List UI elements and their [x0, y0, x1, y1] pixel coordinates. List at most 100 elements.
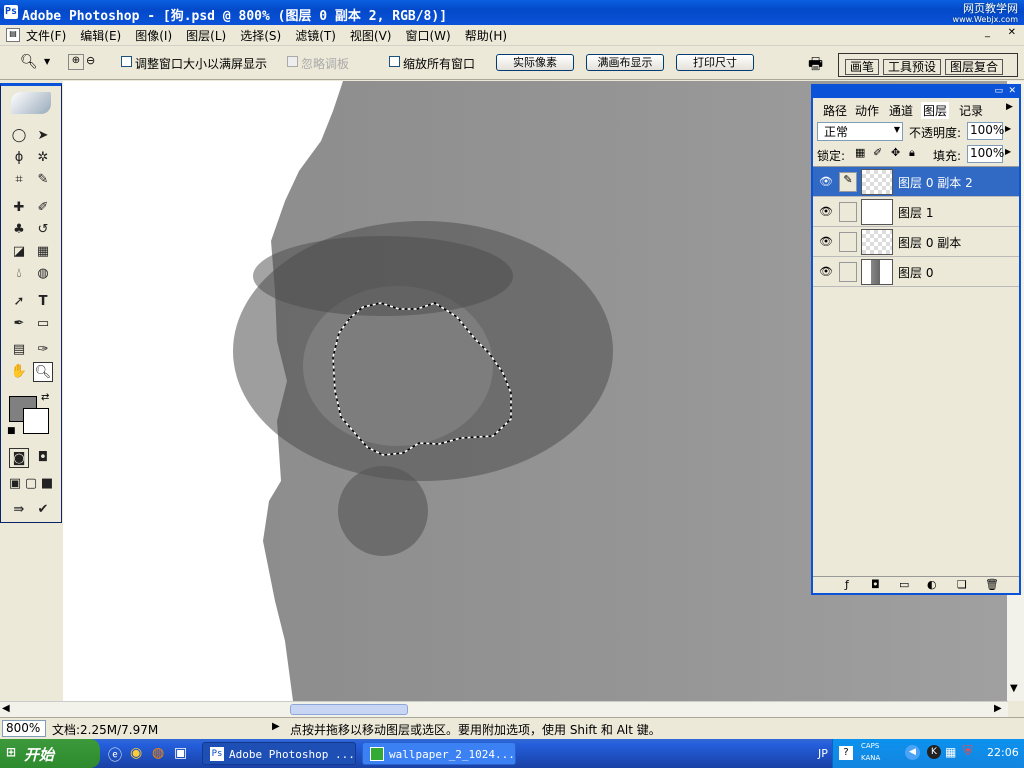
- palette-well-tab-brushes[interactable]: 画笔: [845, 59, 880, 75]
- layer-style-icon[interactable]: ƒ: [845, 578, 849, 591]
- window-close-button[interactable]: ✕: [1008, 27, 1016, 38]
- menu-edit[interactable]: 编辑(E): [80, 27, 121, 44]
- menu-view[interactable]: 视图(V): [350, 27, 392, 44]
- path-selection-tool-icon[interactable]: ➚: [9, 292, 29, 312]
- eyedropper-tool-icon[interactable]: ✑: [33, 340, 53, 360]
- link-box[interactable]: [839, 262, 857, 282]
- menu-image[interactable]: 图像(I): [135, 27, 172, 44]
- tab-paths[interactable]: 路径: [823, 102, 847, 119]
- file-browser-icon[interactable]: 🖶: [808, 53, 823, 80]
- zoom-tool-icon[interactable]: 🔍︎: [33, 362, 53, 382]
- tab-actions[interactable]: 动作: [855, 102, 879, 119]
- zoom-out-icon[interactable]: ⊖: [86, 54, 95, 67]
- marquee-tool-icon[interactable]: ◯: [9, 126, 29, 146]
- layer-row[interactable]: 👁︎ 图层 1: [813, 197, 1019, 227]
- start-button[interactable]: ⊞ 开始: [0, 739, 100, 768]
- lock-all-icon[interactable]: 🔒︎: [909, 146, 915, 160]
- tab-history[interactable]: 记录: [959, 102, 983, 119]
- gradient-tool-icon[interactable]: ▦: [33, 242, 53, 262]
- network-tray-icon[interactable]: ▦: [945, 745, 956, 759]
- history-brush-tool-icon[interactable]: ↺: [33, 220, 53, 240]
- visibility-eye-icon[interactable]: 👁︎: [818, 204, 834, 220]
- resize-windows-checkbox[interactable]: [121, 56, 132, 67]
- language-indicator[interactable]: JP: [818, 747, 828, 760]
- panel-menu-arrow-icon[interactable]: ▶: [1006, 102, 1013, 112]
- standard-mode-icon[interactable]: ◙: [9, 448, 29, 468]
- scroll-left-arrow-icon[interactable]: ◀: [2, 703, 10, 714]
- brush-edit-icon[interactable]: ✎: [839, 172, 857, 192]
- blur-tool-icon[interactable]: 💧︎: [9, 264, 29, 284]
- delete-layer-icon[interactable]: 🗑︎: [985, 578, 999, 591]
- horizontal-scroll-thumb[interactable]: [290, 704, 408, 715]
- menu-help[interactable]: 帮助(H): [465, 27, 507, 44]
- link-box[interactable]: [839, 202, 857, 222]
- quick-mask-mode-icon[interactable]: ◘: [33, 448, 53, 468]
- background-color-swatch[interactable]: [23, 408, 49, 434]
- zoom-in-icon[interactable]: ⊕: [68, 54, 84, 70]
- default-colors-icon[interactable]: ■: [7, 426, 16, 436]
- add-mask-icon[interactable]: ◘: [871, 578, 880, 591]
- healing-brush-tool-icon[interactable]: ✚: [9, 198, 29, 218]
- jump-to-imageready-icon[interactable]: ⇛: [9, 500, 29, 520]
- quick-launch-media-icon[interactable]: ◉: [130, 745, 142, 761]
- actual-pixels-button[interactable]: 实际像素: [496, 54, 574, 71]
- notes-tool-icon[interactable]: ▤: [9, 340, 29, 360]
- visibility-eye-icon[interactable]: 👁︎: [818, 234, 834, 250]
- visibility-eye-icon[interactable]: 👁︎: [818, 264, 834, 280]
- lock-image-icon[interactable]: ✐: [873, 146, 882, 159]
- lock-transparency-icon[interactable]: ▦: [855, 146, 865, 159]
- tab-channels[interactable]: 通道: [889, 102, 913, 119]
- menu-file[interactable]: 文件(F): [26, 27, 66, 44]
- brush-tool-icon[interactable]: ✐: [33, 198, 53, 218]
- window-minimize-button[interactable]: _: [985, 27, 990, 38]
- scroll-right-arrow-icon[interactable]: ▶: [994, 703, 1002, 714]
- quick-launch-firefox-icon[interactable]: ◍: [152, 745, 164, 761]
- ignore-palettes-checkbox[interactable]: [287, 56, 298, 67]
- taskbar-image-viewer[interactable]: wallpaper_2_1024...: [362, 742, 516, 765]
- clone-stamp-tool-icon[interactable]: ♣: [9, 220, 29, 240]
- swap-colors-icon[interactable]: ⇄: [41, 392, 49, 403]
- lock-position-icon[interactable]: ✥: [891, 146, 900, 159]
- lasso-tool-icon[interactable]: ϕ: [9, 148, 29, 168]
- menu-window[interactable]: 窗口(W): [405, 27, 450, 44]
- security-shield-icon[interactable]: ⛨: [963, 744, 973, 759]
- fill-field[interactable]: 100%: [967, 145, 1004, 163]
- antivirus-tray-icon[interactable]: K: [927, 745, 941, 759]
- opacity-field[interactable]: 100%: [967, 122, 1004, 140]
- panel-close-button[interactable]: ✕: [1008, 86, 1016, 96]
- blend-mode-select[interactable]: 正常 ▼: [817, 122, 903, 141]
- type-tool-icon[interactable]: T: [33, 292, 53, 312]
- link-box[interactable]: [839, 232, 857, 252]
- dodge-tool-icon[interactable]: ◍: [33, 264, 53, 284]
- eraser-tool-icon[interactable]: ◪: [9, 242, 29, 262]
- tab-layers[interactable]: 图层: [921, 102, 950, 119]
- scroll-down-arrow-icon[interactable]: ▼: [1010, 683, 1018, 694]
- slice-tool-icon[interactable]: ✎: [33, 170, 53, 190]
- quick-launch-desktop-icon[interactable]: ▣: [174, 745, 187, 761]
- move-tool-icon[interactable]: ➤: [33, 126, 53, 146]
- hand-tool-icon[interactable]: ✋: [9, 362, 29, 382]
- layer-row[interactable]: 👁︎ 图层 0 副本: [813, 227, 1019, 257]
- status-menu-arrow-icon[interactable]: ▶: [272, 721, 280, 732]
- menu-select[interactable]: 选择(S): [240, 27, 281, 44]
- zoom-all-windows-checkbox[interactable]: [389, 56, 400, 67]
- taskbar-photoshop[interactable]: Ps Adobe Photoshop ...: [202, 742, 356, 765]
- magic-wand-tool-icon[interactable]: ✲: [33, 148, 53, 168]
- shape-tool-icon[interactable]: ▭: [33, 314, 53, 334]
- layer-row[interactable]: 👁︎ 图层 0: [813, 257, 1019, 287]
- zoom-level-field[interactable]: 800%: [2, 720, 46, 737]
- full-screen-mode-icon[interactable]: ■: [37, 474, 57, 494]
- preset-dropdown-arrow-icon[interactable]: ▼: [44, 57, 50, 66]
- pen-tool-icon[interactable]: ✒: [9, 314, 29, 334]
- tray-expand-icon[interactable]: ◀: [905, 745, 920, 760]
- panel-minimize-button[interactable]: ▭: [994, 86, 1003, 96]
- horizontal-scrollbar[interactable]: ◀ ▶: [0, 701, 1008, 717]
- menu-filter[interactable]: 滤镜(T): [295, 27, 336, 44]
- imageready-icon[interactable]: ✔: [33, 500, 53, 520]
- layer-row[interactable]: 👁︎ ✎ 图层 0 副本 2: [813, 167, 1019, 197]
- help-icon[interactable]: ?: [839, 746, 853, 760]
- new-layer-icon[interactable]: ❏: [957, 578, 967, 591]
- palette-well-tab-tool-presets[interactable]: 工具预设: [883, 59, 942, 75]
- opacity-slider-arrow-icon[interactable]: ▶: [1005, 124, 1011, 133]
- fit-screen-button[interactable]: 满画布显示: [586, 54, 664, 71]
